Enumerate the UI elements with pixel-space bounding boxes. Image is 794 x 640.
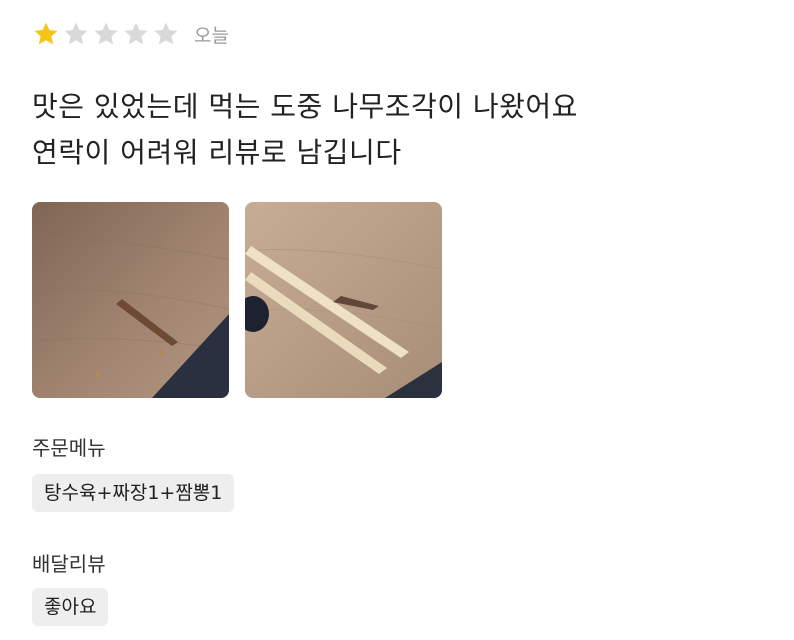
review-date: 오늘 <box>194 24 229 47</box>
order-menu-chip: 탕수육+짜장1+짬뽕1 <box>32 474 235 512</box>
delivery-review-label: 배달리뷰 <box>32 552 106 576</box>
review-photos <box>32 202 442 398</box>
star-icon <box>124 22 148 45</box>
review-text-line: 연락이 어려워 리뷰로 남깁니다 <box>32 136 402 169</box>
order-menu-label: 주문메뉴 <box>32 436 106 460</box>
review-photo-chopsticks[interactable] <box>245 202 442 398</box>
rating-row: 오늘 <box>32 20 229 48</box>
review-photo-wood-splinter[interactable] <box>32 202 229 398</box>
star-icon <box>154 22 178 45</box>
star-icon <box>64 22 88 45</box>
star-rating <box>32 20 180 48</box>
review-text: 맛은 있었는데 먹는 도중 나무조각이 나왔어요 연락이 어려워 리뷰로 남깁니… <box>32 84 578 176</box>
star-icon <box>34 22 58 45</box>
star-icon <box>94 22 118 45</box>
delivery-review-chip: 좋아요 <box>32 588 109 626</box>
review-text-line: 맛은 있었는데 먹는 도중 나무조각이 나왔어요 <box>32 90 578 123</box>
